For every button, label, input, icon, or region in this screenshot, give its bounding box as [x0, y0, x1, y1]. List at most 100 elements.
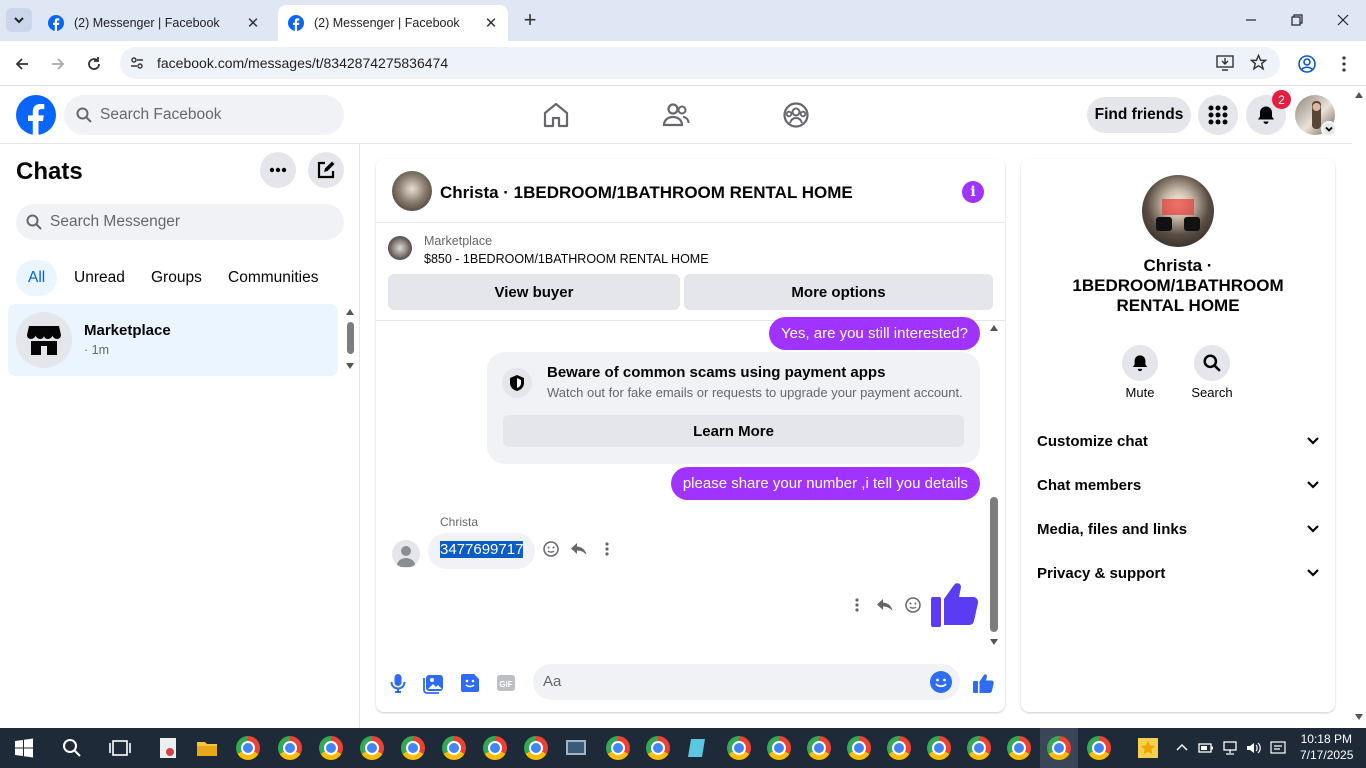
- scrollbar-thumb[interactable]: [347, 322, 354, 354]
- chrome-app-icon[interactable]: [767, 736, 791, 760]
- notepad-app-icon[interactable]: [156, 736, 180, 760]
- task-view-icon[interactable]: [108, 736, 132, 760]
- chrome-app-icon[interactable]: [606, 736, 630, 760]
- chrome-app-icon[interactable]: [887, 736, 911, 760]
- volume-icon[interactable]: [1246, 741, 1262, 755]
- chrome-app-icon[interactable]: [1007, 736, 1031, 760]
- groups-icon[interactable]: [781, 100, 811, 130]
- microphone-icon[interactable]: [387, 672, 409, 694]
- search-icon[interactable]: [60, 736, 84, 760]
- filter-communities[interactable]: Communities: [216, 260, 330, 296]
- browser-tab-2[interactable]: (2) Messenger | Facebook ✕: [278, 5, 508, 41]
- phone-number-text[interactable]: 3477699717: [440, 541, 524, 558]
- scroll-down-arrow-icon[interactable]: [990, 639, 998, 645]
- new-tab-button[interactable]: +: [518, 9, 542, 32]
- scroll-down-arrow-icon[interactable]: [346, 363, 354, 369]
- page-scrollbar[interactable]: [1352, 87, 1366, 728]
- chat-list-scrollbar[interactable]: [343, 304, 358, 374]
- gif-icon[interactable]: GIF: [495, 672, 517, 694]
- browser-tab-1[interactable]: (2) Messenger | Facebook ✕: [38, 5, 270, 41]
- reply-button[interactable]: [570, 540, 588, 558]
- chrome-app-icon[interactable]: [1087, 736, 1111, 760]
- profile-button[interactable]: [1295, 52, 1319, 76]
- message-more-button[interactable]: [598, 540, 616, 558]
- battery-icon[interactable]: [1198, 742, 1214, 754]
- chrome-app-icon[interactable]: [727, 736, 751, 760]
- mute-button[interactable]: [1122, 345, 1158, 381]
- reply-button[interactable]: [876, 596, 894, 614]
- media-files-links-section[interactable]: Media, files and links: [1037, 515, 1319, 543]
- chrome-app-icon[interactable]: [646, 736, 670, 760]
- install-app-icon[interactable]: [1216, 55, 1234, 71]
- chrome-app-icon[interactable]: [483, 736, 507, 760]
- new-message-button[interactable]: [308, 152, 344, 188]
- customize-chat-section[interactable]: Customize chat: [1037, 427, 1319, 455]
- scroll-up-arrow-icon[interactable]: [346, 309, 354, 315]
- chevron-up-icon[interactable]: [1176, 742, 1188, 754]
- message-input[interactable]: Aa: [533, 664, 960, 700]
- photo-gallery-icon[interactable]: [423, 672, 445, 694]
- chrome-app-icon[interactable]: [236, 736, 260, 760]
- find-friends-button[interactable]: Find friends: [1087, 97, 1191, 133]
- conversation-large-avatar[interactable]: [1142, 175, 1214, 247]
- sticker-icon[interactable]: [459, 672, 481, 694]
- chrome-app-icon[interactable]: [927, 736, 951, 760]
- home-icon[interactable]: [541, 100, 571, 130]
- minimize-button[interactable]: [1236, 8, 1266, 32]
- sender-avatar[interactable]: [392, 540, 420, 568]
- chrome-app-icon-active[interactable]: [1047, 736, 1071, 760]
- react-button[interactable]: [904, 596, 922, 614]
- message-more-button[interactable]: [848, 596, 866, 614]
- more-options-button[interactable]: More options: [684, 274, 993, 310]
- chats-options-button[interactable]: [260, 152, 296, 188]
- filter-groups[interactable]: Groups: [139, 260, 214, 296]
- filter-all[interactable]: All: [16, 260, 58, 296]
- network-icon[interactable]: [1222, 741, 1238, 755]
- chrome-app-icon[interactable]: [319, 736, 343, 760]
- chrome-app-icon[interactable]: [967, 736, 991, 760]
- reload-button[interactable]: [82, 52, 106, 76]
- url-text[interactable]: facebook.com/messages/t/8342874275836474: [157, 55, 448, 71]
- file-explorer-icon[interactable]: [195, 736, 219, 760]
- chrome-app-icon[interactable]: [442, 736, 466, 760]
- close-window-button[interactable]: [1328, 8, 1358, 32]
- conversation-avatar[interactable]: [392, 171, 432, 211]
- filter-unread[interactable]: Unread: [62, 260, 137, 296]
- scroll-up-arrow-icon[interactable]: [990, 325, 998, 331]
- restore-button[interactable]: [1282, 8, 1312, 32]
- thumbs-up-icon[interactable]: [972, 672, 994, 694]
- outgoing-message[interactable]: please share your number ,i tell you det…: [670, 467, 980, 500]
- outgoing-message[interactable]: Yes, are you still interested?: [768, 317, 980, 350]
- address-bar[interactable]: facebook.com/messages/t/8342874275836474: [120, 47, 1280, 79]
- chat-members-section[interactable]: Chat members: [1037, 471, 1319, 499]
- messages-scrollbar[interactable]: [986, 321, 1002, 651]
- chrome-app-icon[interactable]: [360, 736, 384, 760]
- browser-menu-button[interactable]: [1332, 52, 1356, 76]
- scroll-up-arrow-icon[interactable]: [1355, 92, 1363, 98]
- forward-button[interactable]: [46, 52, 70, 76]
- system-clock[interactable]: 10:18 PM 7/17/2025: [1300, 731, 1353, 763]
- close-tab-icon[interactable]: ✕: [482, 14, 500, 32]
- facebook-logo-icon[interactable]: [16, 95, 56, 135]
- chrome-app-icon[interactable]: [807, 736, 831, 760]
- incoming-message[interactable]: 3477699717: [428, 533, 536, 569]
- chrome-app-icon[interactable]: [401, 736, 425, 760]
- search-conversation-button[interactable]: [1194, 345, 1230, 381]
- windows-start-icon[interactable]: [12, 736, 36, 760]
- conversation-info-button[interactable]: i: [962, 181, 984, 203]
- back-button[interactable]: [10, 52, 34, 76]
- chrome-app-icon[interactable]: [524, 736, 548, 760]
- chrome-app-icon[interactable]: [847, 736, 871, 760]
- account-menu-chevron[interactable]: [1321, 121, 1337, 137]
- conversation-title[interactable]: Christa · 1BEDROOM/1BATHROOM RENTAL HOME: [440, 183, 853, 203]
- facebook-search-input[interactable]: Search Facebook: [64, 95, 344, 135]
- bookmark-star-icon[interactable]: [1250, 54, 1267, 71]
- sticky-notes-icon[interactable]: [1136, 736, 1160, 760]
- friends-icon[interactable]: [661, 100, 691, 130]
- privacy-support-section[interactable]: Privacy & support: [1037, 559, 1319, 587]
- chat-list-item[interactable]: Marketplace · 1m: [8, 304, 338, 376]
- react-button[interactable]: [542, 540, 560, 558]
- emoji-button[interactable]: [930, 671, 952, 693]
- notes-app-icon[interactable]: [686, 736, 710, 760]
- chrome-app-icon[interactable]: [278, 736, 302, 760]
